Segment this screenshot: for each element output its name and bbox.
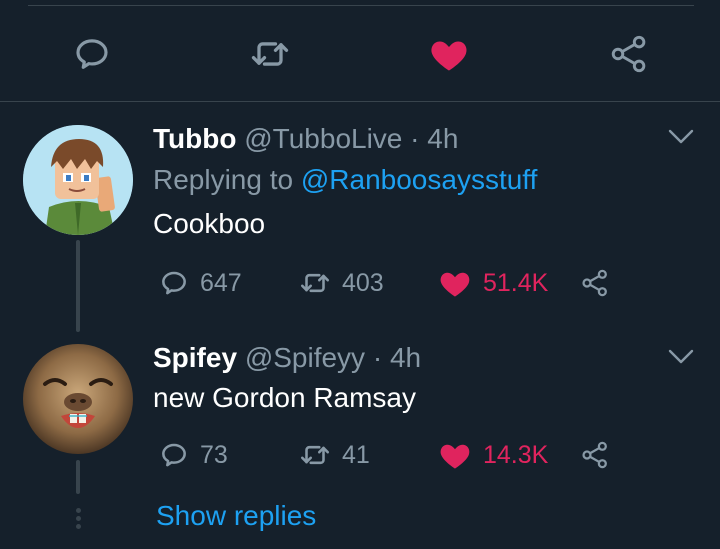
replying-prefix: Replying to: [153, 164, 301, 195]
tweet-text: Cookboo: [153, 208, 266, 239]
reply-button[interactable]: [70, 32, 114, 76]
show-replies-link[interactable]: Show replies: [156, 499, 316, 533]
handle: @TubboLive: [244, 123, 403, 154]
mention-link[interactable]: @Ranboosaysstuff: [301, 164, 537, 195]
reply-count: 73: [200, 440, 228, 469]
thread-dots: [74, 508, 82, 532]
like-count-button[interactable]: 51.4K: [437, 263, 548, 303]
reply-count: 647: [200, 268, 242, 297]
display-name[interactable]: Spifey: [153, 342, 237, 373]
like-button[interactable]: [427, 32, 471, 76]
separator-dot: ·: [410, 123, 420, 154]
share-icon: [611, 35, 646, 73]
section-divider: [0, 101, 720, 102]
reply-count-button[interactable]: 73: [158, 435, 228, 475]
reply-count-button[interactable]: 647: [158, 263, 242, 303]
handle: @Spifeyy: [244, 342, 366, 373]
replying-to: Replying to @Ranboosaysstuff: [153, 163, 537, 197]
chevron-down-icon[interactable]: [668, 348, 694, 366]
retweet-icon: [251, 42, 289, 66]
tweet-text: new Gordon Ramsay: [153, 382, 417, 413]
heart-filled-icon: [431, 41, 467, 71]
heart-filled-icon: [440, 444, 470, 469]
comment-icon: [162, 271, 186, 295]
share-icon[interactable]: [579, 439, 611, 471]
avatar-image: [23, 125, 133, 235]
retweet-icon: [300, 445, 330, 465]
share-button[interactable]: [607, 32, 651, 76]
share-icon[interactable]: [579, 267, 611, 299]
retweet-button[interactable]: [248, 32, 292, 76]
comment-icon: [76, 39, 108, 69]
avatar[interactable]: [23, 125, 133, 235]
retweet-count-button[interactable]: 403: [298, 263, 384, 303]
like-count: 51.4K: [483, 268, 549, 297]
retweet-count-button[interactable]: 41: [298, 435, 370, 475]
main-tweet-action-bar: [0, 6, 720, 101]
tweet-stats: 73 41 14.3K: [0, 435, 720, 475]
like-count: 14.3K: [483, 440, 549, 469]
retweet-icon: [300, 273, 330, 293]
retweet-count: 41: [342, 440, 370, 469]
timestamp[interactable]: 4h: [390, 342, 421, 373]
like-count-button[interactable]: 14.3K: [437, 435, 548, 475]
tweet-stats: 647 403 51.4K: [0, 263, 720, 303]
separator-dot: ·: [372, 342, 383, 373]
tweet-header: Spifey @Spifeyy · 4h: [153, 341, 421, 375]
chevron-down-icon[interactable]: [668, 128, 694, 146]
heart-filled-icon: [440, 272, 470, 297]
display-name[interactable]: Tubbo: [153, 123, 236, 154]
timestamp[interactable]: 4h: [427, 123, 458, 154]
tweet-header: Tubbo @TubboLive · 4h: [153, 122, 458, 156]
retweet-count: 403: [342, 268, 384, 297]
comment-icon: [162, 443, 186, 467]
